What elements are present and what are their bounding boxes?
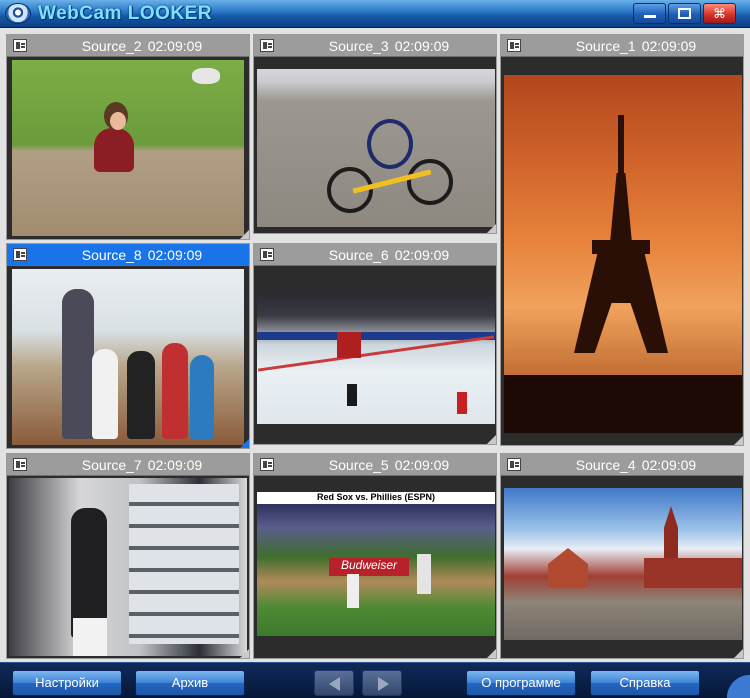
resize-grip[interactable] [240,649,249,658]
source-name: Source_4 [575,457,636,473]
help-button[interactable]: Справка [590,670,700,696]
camera-header: Source_2 02:09:09 [7,35,249,57]
resize-grip[interactable] [487,224,496,233]
source-name: Source_8 [81,247,142,263]
source-name: Source_1 [575,38,636,54]
close-button[interactable]: ⌘ [703,3,736,24]
source-time: 02:09:09 [394,457,450,473]
camera-video [12,60,244,236]
camera-grid: Source_2 02:09:09 Source_3 02:09:09 Sour… [0,28,750,662]
resize-grip[interactable] [240,230,249,239]
resize-grip[interactable] [487,435,496,444]
camera-cell-source-3[interactable]: Source_3 02:09:09 [253,34,497,234]
source-time: 02:09:09 [147,38,203,54]
camera-header: Source_3 02:09:09 [254,35,496,57]
camera-video: Red Sox vs. Phillies (ESPN) Budweiser [257,492,495,636]
camera-cell-source-2[interactable]: Source_2 02:09:09 [6,34,250,240]
arrow-right-icon [378,677,389,691]
camera-video [257,69,495,227]
camera-cell-source-8[interactable]: Source_8 02:09:09 [6,243,250,449]
title-bar[interactable]: WebCam LOOKER ⌘ [0,0,750,28]
camera-cell-source-7[interactable]: Source_7 02:09:09 [6,453,250,659]
source-name: Source_2 [81,38,142,54]
camera-header: Source_4 02:09:09 [501,454,743,476]
resize-grip[interactable] [487,649,496,658]
camera-cell-source-1[interactable]: Source_1 02:09:09 [500,34,744,446]
camera-video [504,488,742,640]
source-time: 02:09:09 [147,247,203,263]
camera-header: Source_5 02:09:09 [254,454,496,476]
maximize-button[interactable] [668,3,701,24]
camera-header: Source_6 02:09:09 [254,244,496,266]
camera-video [504,75,742,433]
source-name: Source_6 [328,247,389,263]
arrow-left-icon [329,677,340,691]
camera-header: Source_1 02:09:09 [501,35,743,57]
camera-cell-source-5[interactable]: Source_5 02:09:09 Red Sox vs. Phillies (E… [253,453,497,659]
broadcast-banner: Red Sox vs. Phillies (ESPN) [257,492,495,504]
camera-cell-source-4[interactable]: Source_4 02:09:09 [500,453,744,659]
camera-header: Source_8 02:09:09 [7,244,249,266]
minimize-icon [643,15,656,18]
source-time: 02:09:09 [147,457,203,473]
previous-page-button[interactable] [314,670,354,696]
source-time: 02:09:09 [641,38,697,54]
resize-grip[interactable] [734,436,743,445]
resize-grip[interactable] [240,439,249,448]
source-time: 02:09:09 [641,457,697,473]
archive-button[interactable]: Архив [135,670,245,696]
source-name: Source_3 [328,38,389,54]
source-time: 02:09:09 [394,38,450,54]
source-time: 02:09:09 [394,247,450,263]
camera-header: Source_7 02:09:09 [7,454,249,476]
camera-cell-source-6[interactable]: Source_6 02:09:09 [253,243,497,445]
window-resize-grip[interactable] [724,670,750,698]
webcam-eye-icon [5,3,31,24]
about-button[interactable]: О программе [466,670,576,696]
camera-video [9,478,247,656]
bottom-toolbar: Настройки Архив О программе Справка [0,662,750,698]
next-page-button[interactable] [362,670,402,696]
app-title: WebCam LOOKER [38,3,213,24]
minimize-button[interactable] [633,3,666,24]
camera-video [12,269,244,445]
resize-grip[interactable] [734,649,743,658]
source-name: Source_7 [81,457,142,473]
camera-video [257,292,495,424]
close-icon: ⌘ [713,6,726,21]
settings-button[interactable]: Настройки [12,670,122,696]
maximize-icon [678,8,691,19]
stadium-board: Budweiser [329,558,409,576]
source-name: Source_5 [328,457,389,473]
